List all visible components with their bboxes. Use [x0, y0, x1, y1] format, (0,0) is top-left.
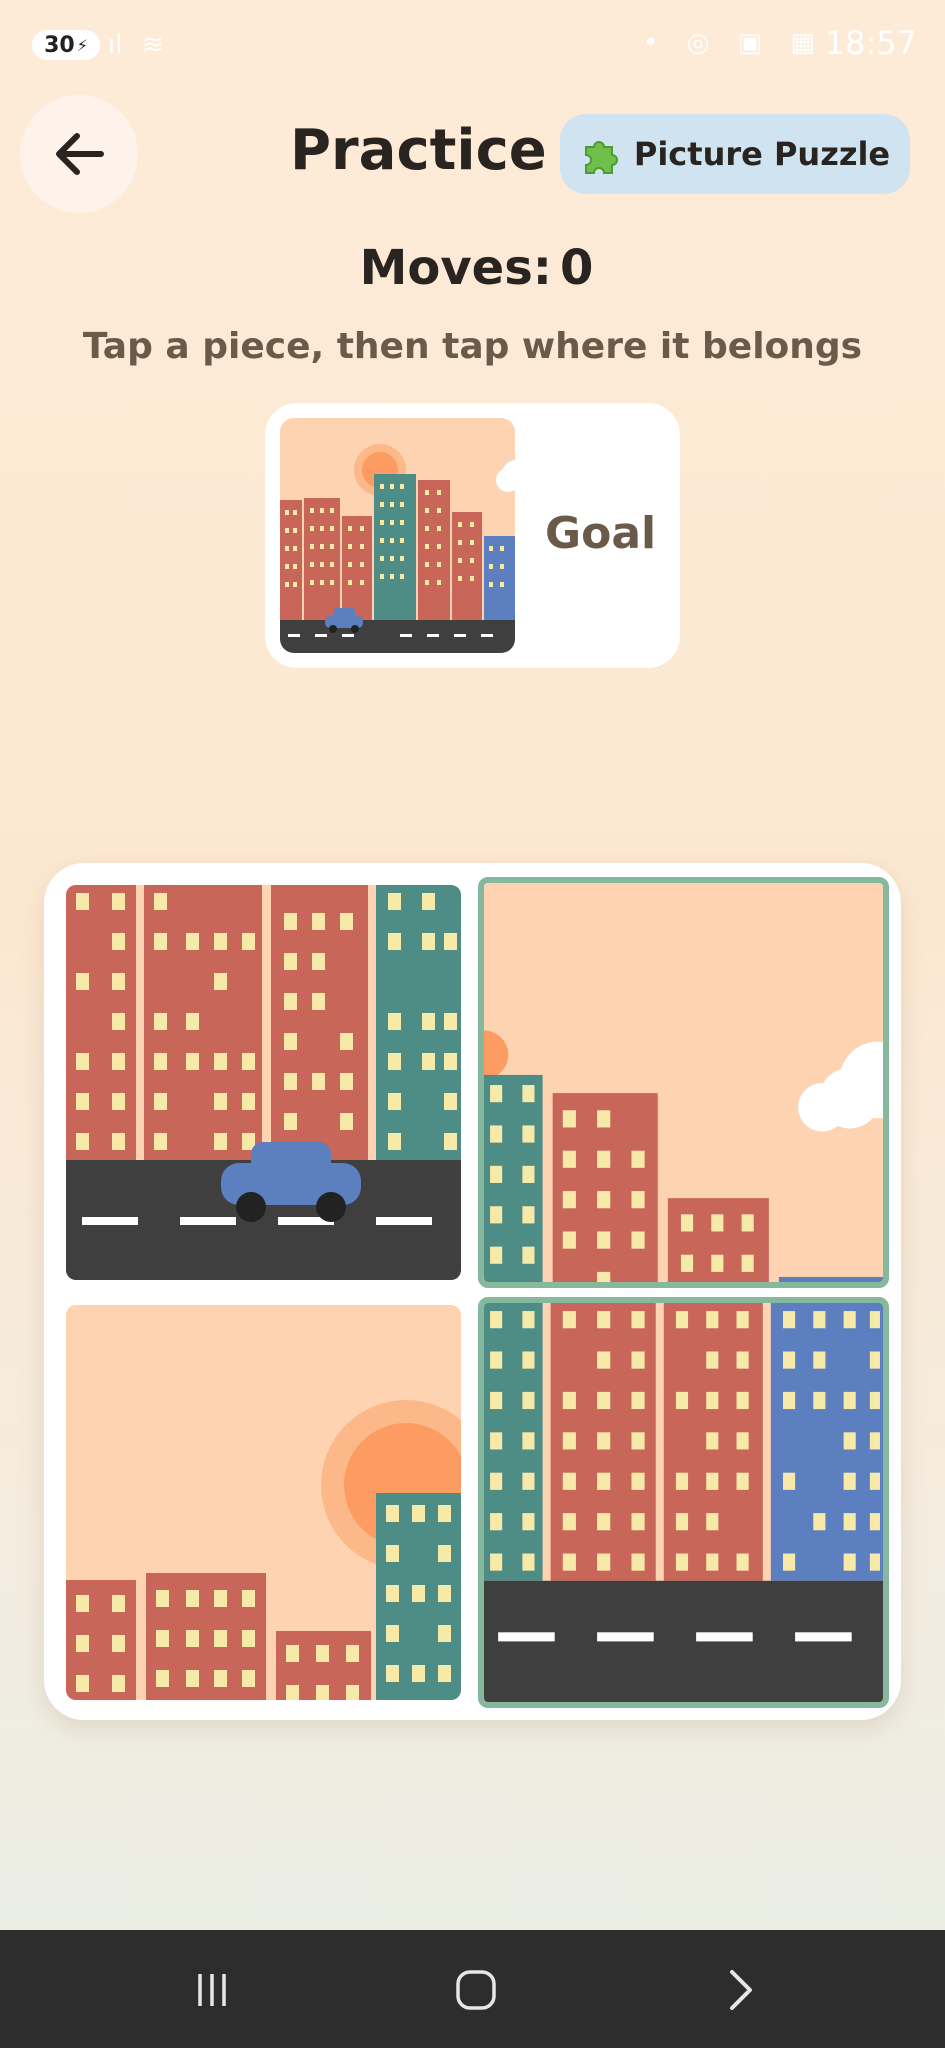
status-bar: 30 ⚡ ıl ≋ • ◎ ▣ ▦ 18:57	[0, 0, 945, 90]
battery-level: 30	[44, 32, 75, 58]
goal-image	[280, 418, 515, 653]
goal-label: Goal	[545, 508, 657, 559]
charging-icon: ⚡	[76, 35, 88, 55]
goal-card: Goal	[265, 403, 680, 668]
page-title: Practice	[290, 118, 547, 183]
arrow-left-icon	[56, 133, 104, 175]
recent-apps-button[interactable]	[172, 1960, 252, 2020]
notification-icons: • ◎ ▣ ▦	[643, 28, 825, 58]
status-time: 18:57	[824, 24, 917, 62]
mode-badge[interactable]: Picture Puzzle	[560, 114, 910, 194]
mode-badge-label: Picture Puzzle	[633, 135, 891, 173]
puzzle-piece-4[interactable]	[478, 1297, 889, 1708]
recent-apps-icon	[198, 1974, 226, 2006]
puzzle-piece-1[interactable]	[66, 885, 461, 1280]
back-button[interactable]	[20, 95, 138, 213]
puzzle-piece-3[interactable]	[66, 1305, 461, 1700]
battery-indicator: 30 ⚡	[32, 30, 100, 60]
instructions-text: Tap a piece, then tap where it belongs	[82, 326, 863, 367]
home-button[interactable]	[436, 1960, 516, 2020]
nav-back-button[interactable]	[700, 1960, 780, 2020]
puzzle-board	[44, 863, 901, 1720]
puzzle-piece-2[interactable]	[478, 877, 889, 1288]
moves-counter: Moves: 0	[0, 240, 945, 296]
moves-value: 0	[559, 240, 594, 296]
system-nav-bar	[0, 1930, 945, 2048]
home-icon	[456, 1970, 496, 2010]
back-chevron-icon	[730, 1970, 752, 2010]
puzzle-piece-icon	[584, 141, 618, 174]
moves-label: Moves:	[359, 240, 552, 296]
signal-icon: ıl	[108, 30, 123, 60]
wifi-icon: ≋	[142, 30, 164, 60]
